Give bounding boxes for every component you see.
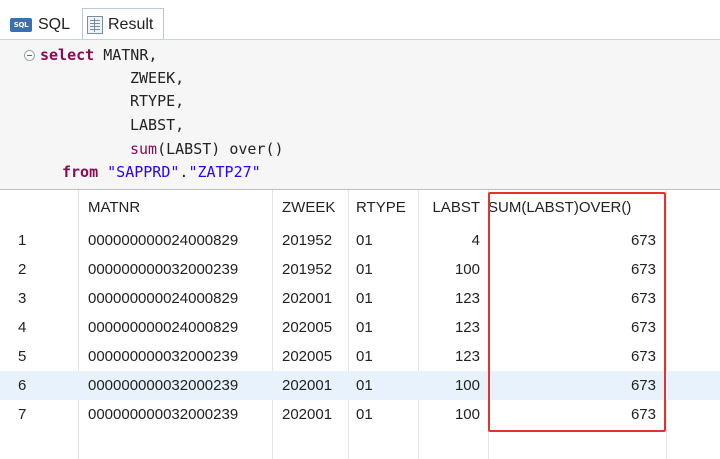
table-cell: 000000000032000239 <box>88 261 239 278</box>
sql-token: MATNR, <box>94 46 158 64</box>
result-grid-icon <box>87 15 103 34</box>
sql-keyword: sum <box>130 140 158 158</box>
table-cell: 202005 <box>282 319 333 336</box>
table-cell: 000000000024000829 <box>88 232 239 249</box>
row-number: 4 <box>18 319 27 336</box>
sql-line: LABST, <box>130 116 184 134</box>
row-number: 2 <box>18 261 27 278</box>
table-cell: 000000000024000829 <box>88 290 239 307</box>
table-cell: 000000000032000239 <box>88 377 239 394</box>
table-cell: 01 <box>356 290 373 307</box>
table-cell: 01 <box>356 261 373 278</box>
table-cell: 202001 <box>282 406 333 423</box>
column-header[interactable] <box>18 190 78 226</box>
table-cell: 01 <box>356 319 373 336</box>
table-cell: 01 <box>356 406 373 423</box>
tab-sql[interactable]: SQL SQL <box>10 9 80 40</box>
sql-line: RTYPE, <box>130 92 184 110</box>
sql-string: "SAPPRD" <box>107 163 180 181</box>
table-cell: 202001 <box>282 377 333 394</box>
sql-line: sum(LABST) over() <box>130 140 284 158</box>
sql-line: from "SAPPRD"."ZATP27" <box>62 163 261 181</box>
row-number: 5 <box>18 348 27 365</box>
table-cell: 01 <box>356 232 373 249</box>
highlight-box <box>488 192 666 432</box>
column-header[interactable]: ZWEEK <box>282 190 348 226</box>
table-cell: 100 <box>454 261 480 278</box>
sql-keyword: select <box>40 46 95 64</box>
table-cell: 202001 <box>282 290 333 307</box>
row-number: 3 <box>18 290 27 307</box>
sql-line: ZWEEK, <box>130 69 184 87</box>
table-cell: 100 <box>454 377 480 394</box>
editor-tab-bar: SQL SQL Result <box>0 0 720 41</box>
table-cell: 01 <box>356 377 373 394</box>
column-header[interactable]: MATNR <box>88 190 272 226</box>
sql-line: select MATNR, <box>40 46 157 64</box>
table-cell: 202005 <box>282 348 333 365</box>
column-header[interactable]: LABST <box>418 190 480 226</box>
sql-token: LABST, <box>130 116 185 134</box>
table-cell: 201952 <box>282 261 333 278</box>
tab-result-label: Result <box>108 15 154 33</box>
sql-file-icon: SQL <box>10 17 32 32</box>
table-cell: 000000000032000239 <box>88 406 239 423</box>
table-cell: 000000000032000239 <box>88 348 239 365</box>
sql-keyword: from <box>62 163 99 181</box>
row-number: 6 <box>18 377 27 394</box>
tab-result[interactable]: Result <box>82 8 164 41</box>
sql-string: "ZATP27" <box>188 163 261 181</box>
table-cell: 123 <box>454 348 480 365</box>
table-cell: 123 <box>454 290 480 307</box>
table-cell: 4 <box>471 232 480 249</box>
table-cell: 000000000024000829 <box>88 319 239 336</box>
collapse-toggle-icon[interactable] <box>24 50 35 61</box>
column-header[interactable]: RTYPE <box>356 190 418 226</box>
tab-sql-label: SQL <box>38 15 71 33</box>
row-number: 7 <box>18 406 27 423</box>
table-cell: 201952 <box>282 232 333 249</box>
sql-token: (LABST) over() <box>157 140 284 158</box>
table-cell: 01 <box>356 348 373 365</box>
row-number: 1 <box>18 232 27 249</box>
sql-token: ZWEEK, <box>130 69 185 87</box>
table-cell: 100 <box>454 406 480 423</box>
sql-token: RTYPE, <box>130 92 185 110</box>
table-cell: 123 <box>454 319 480 336</box>
